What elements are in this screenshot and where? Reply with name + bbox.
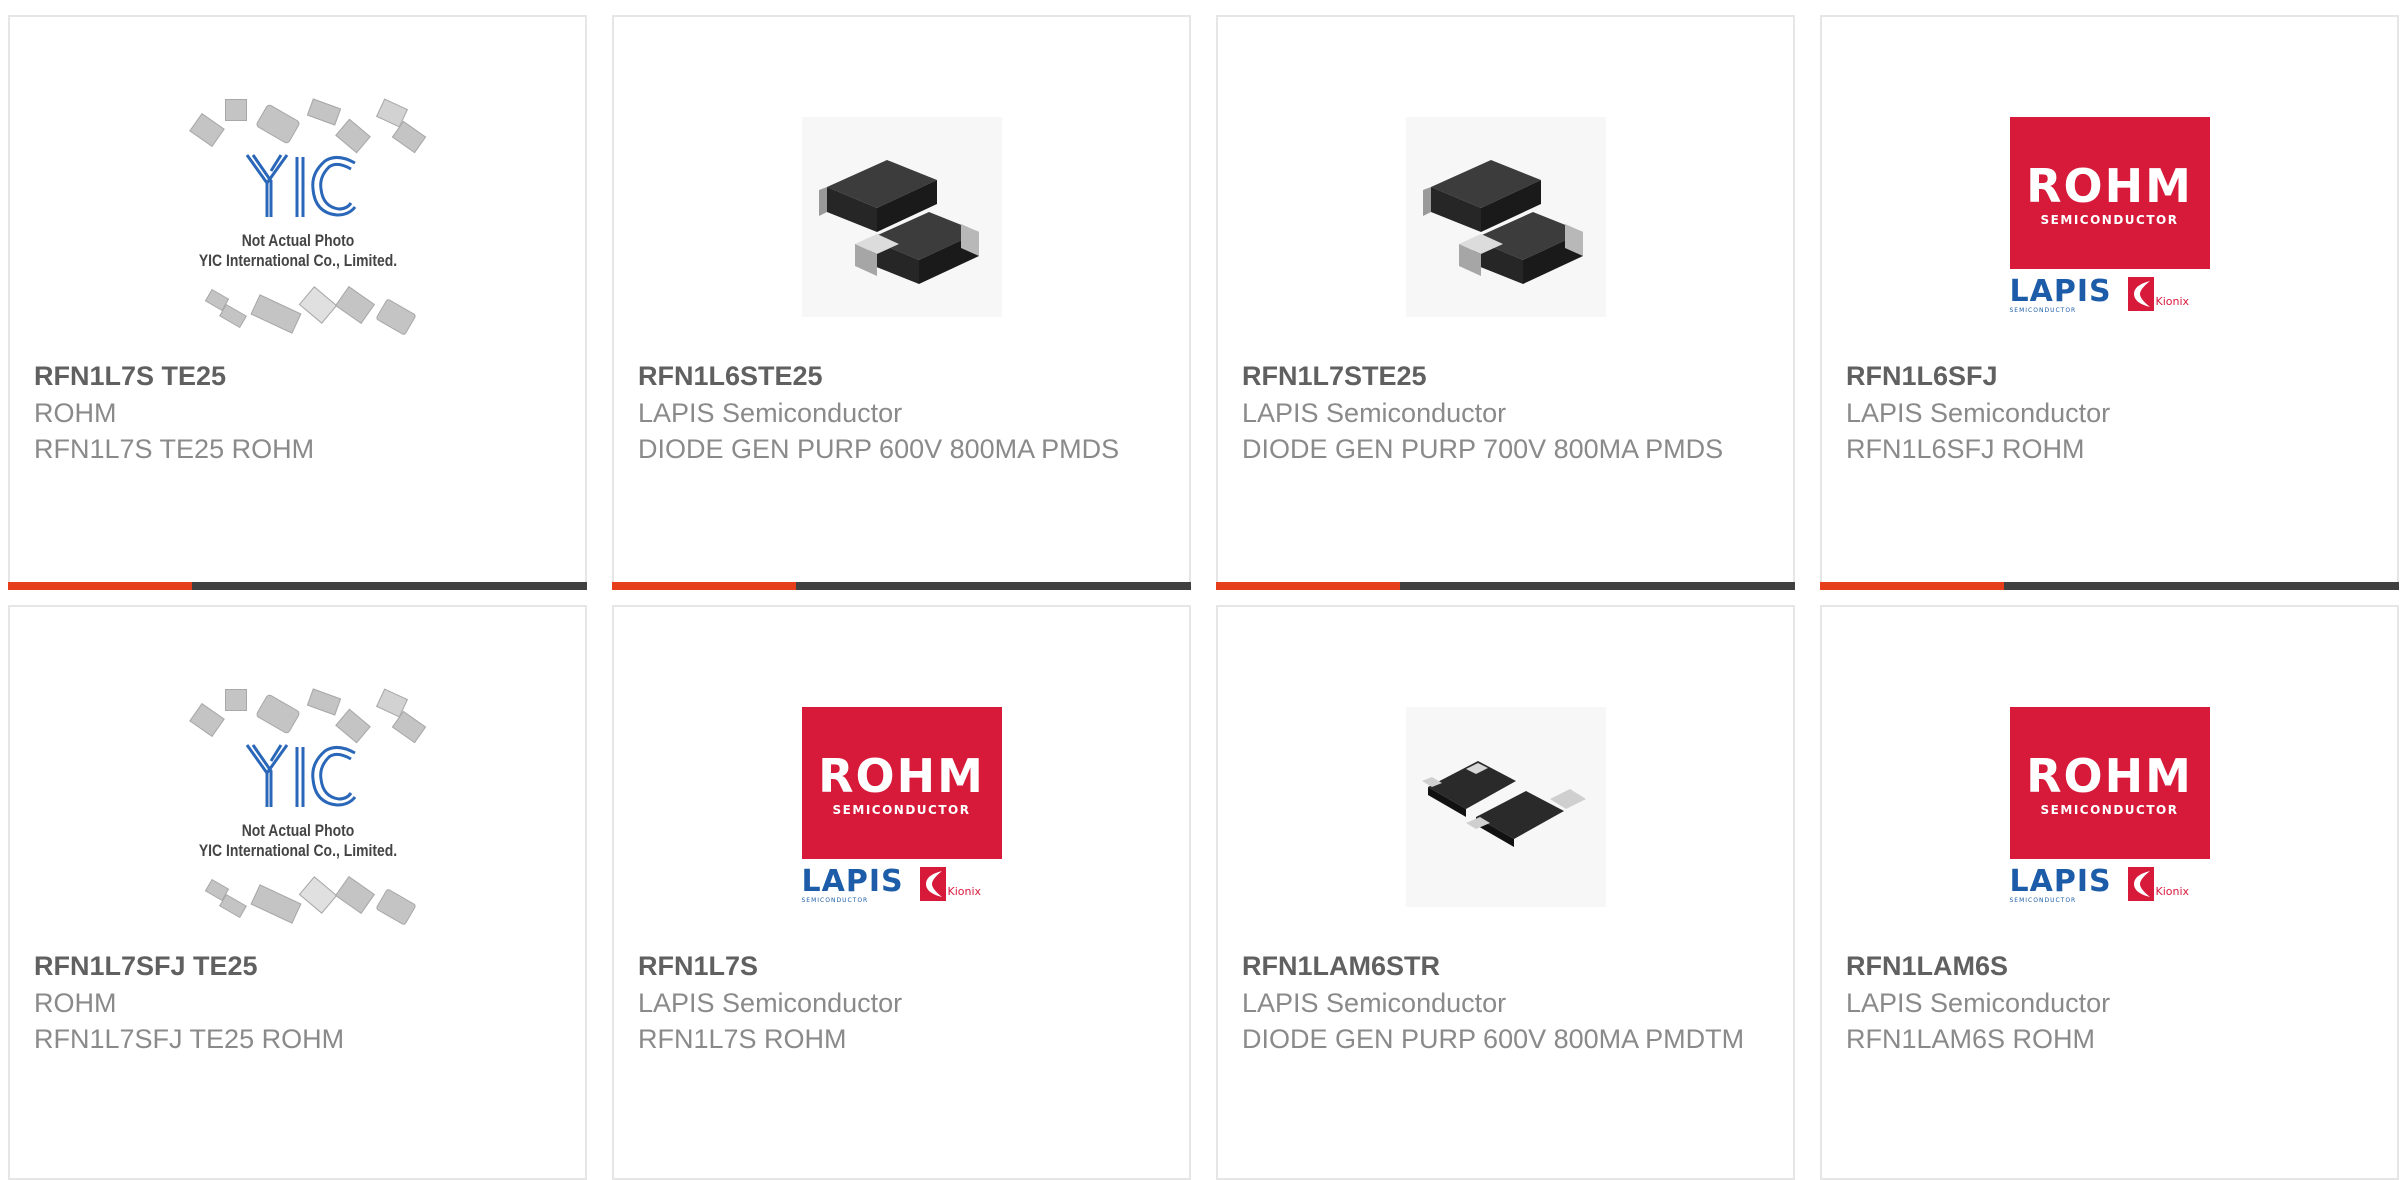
product-card[interactable]: Not Actual Photo YIC International Co., … — [8, 605, 587, 1180]
manufacturer: LAPIS Semiconductor — [1242, 398, 1507, 428]
description: DIODE GEN PURP 600V 800MA PMDTM — [1242, 1024, 1745, 1054]
smd-diode-flat-icon — [1421, 761, 1586, 847]
diode-photo — [801, 117, 1002, 317]
placeholder-line1: Not Actual Photo — [241, 821, 354, 840]
product-image: ROHM SEMICONDUCTOR LAPIS SEMICONDUCTOR K… — [1822, 667, 2397, 947]
yic-logo-icon — [245, 154, 356, 217]
kionix-logo-text: Kionix — [2155, 885, 2190, 898]
smd-diode-icon — [818, 160, 979, 284]
part-number[interactable]: RFN1LAM6STR — [1242, 947, 1773, 985]
kionix-logo: Kionix — [919, 867, 1002, 903]
description: RFN1L7SFJ TE25 ROHM — [34, 1024, 345, 1054]
card-hover-bar — [1216, 582, 1795, 590]
product-image: ROHM SEMICONDUCTOR LAPIS SEMICONDUCTOR K… — [614, 667, 1189, 947]
rohm-lapis-kionix-logo: ROHM SEMICONDUCTOR LAPIS SEMICONDUCTOR K… — [2009, 707, 2210, 907]
part-number[interactable]: RFN1L7S — [638, 947, 1169, 985]
product-image: Not Actual Photo YIC International Co., … — [10, 667, 585, 947]
product-image: Not Actual Photo YIC International Co., … — [10, 77, 585, 357]
kionix-icon — [2127, 277, 2154, 311]
not-actual-photo-placeholder: Not Actual Photo YIC International Co., … — [163, 97, 433, 337]
kionix-logo: Kionix — [2127, 867, 2210, 903]
rohm-lapis-kionix-logo: ROHM SEMICONDUCTOR LAPIS SEMICONDUCTOR K… — [801, 707, 1002, 907]
product-card[interactable]: ROHM SEMICONDUCTOR LAPIS SEMICONDUCTOR K… — [612, 605, 1191, 1180]
manufacturer: LAPIS Semiconductor — [638, 398, 903, 428]
kionix-icon — [919, 867, 946, 901]
card-hover-bar — [612, 582, 1191, 590]
lapis-logo-text: LAPIS — [2009, 274, 2112, 309]
product-image: ROHM SEMICONDUCTOR LAPIS SEMICONDUCTOR K… — [1822, 77, 2397, 357]
manufacturer: ROHM — [34, 988, 117, 1018]
rohm-logo-sub: SEMICONDUCTOR — [2040, 803, 2179, 817]
part-number[interactable]: RFN1L7SFJ TE25 — [34, 947, 565, 985]
rohm-logo-sub: SEMICONDUCTOR — [832, 803, 971, 817]
kionix-logo-text: Kionix — [2155, 295, 2190, 308]
smd-diode-icon — [1422, 160, 1583, 284]
product-card[interactable]: ROHM SEMICONDUCTOR LAPIS SEMICONDUCTOR K… — [1820, 15, 2399, 590]
product-image — [1218, 77, 1793, 357]
rohm-logo-text: ROHM — [2026, 749, 2193, 803]
kionix-icon — [2127, 867, 2154, 901]
yic-logo-icon — [245, 744, 356, 807]
placeholder-line2: YIC International Co., Limited. — [198, 841, 397, 860]
card-hover-bar — [1820, 582, 2399, 590]
description: RFN1L6SFJ ROHM — [1846, 434, 2085, 464]
rohm-logo-text: ROHM — [2026, 159, 2193, 213]
description: DIODE GEN PURP 700V 800MA PMDS — [1242, 434, 1724, 464]
product-card[interactable]: RFN1L6STE25 LAPIS Semiconductor DIODE GE… — [612, 15, 1191, 590]
product-card[interactable]: Not Actual Photo YIC International Co., … — [8, 15, 587, 590]
rohm-logo-sub: SEMICONDUCTOR — [2040, 213, 2179, 227]
manufacturer: LAPIS Semiconductor — [1242, 988, 1507, 1018]
diode-photo — [1405, 117, 1606, 317]
placeholder-line2: YIC International Co., Limited. — [198, 251, 397, 270]
part-number[interactable]: RFN1L7STE25 — [1242, 357, 1773, 395]
placeholder-line1: Not Actual Photo — [241, 231, 354, 250]
description: RFN1L7S ROHM — [638, 1024, 847, 1054]
kionix-logo-text: Kionix — [947, 885, 982, 898]
part-number[interactable]: RFN1L6SFJ — [1846, 357, 2377, 395]
product-card[interactable]: ROHM SEMICONDUCTOR LAPIS SEMICONDUCTOR K… — [1820, 605, 2399, 1180]
product-grid: Not Actual Photo YIC International Co., … — [0, 0, 2400, 1180]
lapis-logo-text: LAPIS — [801, 864, 904, 899]
rohm-logo-text: ROHM — [818, 749, 985, 803]
not-actual-photo-placeholder: Not Actual Photo YIC International Co., … — [163, 687, 433, 927]
description: DIODE GEN PURP 600V 800MA PMDS — [638, 434, 1120, 464]
product-image — [614, 77, 1189, 357]
part-number[interactable]: RFN1L6STE25 — [638, 357, 1169, 395]
lapis-logo-text: LAPIS — [2009, 864, 2112, 899]
diode-photo — [1405, 707, 1606, 907]
manufacturer: ROHM — [34, 398, 117, 428]
rohm-lapis-kionix-logo: ROHM SEMICONDUCTOR LAPIS SEMICONDUCTOR K… — [2009, 117, 2210, 317]
description: RFN1LAM6S ROHM — [1846, 1024, 2096, 1054]
product-card[interactable]: RFN1L7STE25 LAPIS Semiconductor DIODE GE… — [1216, 15, 1795, 590]
part-number[interactable]: RFN1LAM6S — [1846, 947, 2377, 985]
manufacturer: LAPIS Semiconductor — [1846, 398, 2111, 428]
part-number[interactable]: RFN1L7S TE25 — [34, 357, 565, 395]
manufacturer: LAPIS Semiconductor — [638, 988, 903, 1018]
product-card[interactable]: RFN1LAM6STR LAPIS Semiconductor DIODE GE… — [1216, 605, 1795, 1180]
product-image — [1218, 667, 1793, 947]
description: RFN1L7S TE25 ROHM — [34, 434, 315, 464]
manufacturer: LAPIS Semiconductor — [1846, 988, 2111, 1018]
kionix-logo: Kionix — [2127, 277, 2210, 313]
card-hover-bar — [8, 582, 587, 590]
